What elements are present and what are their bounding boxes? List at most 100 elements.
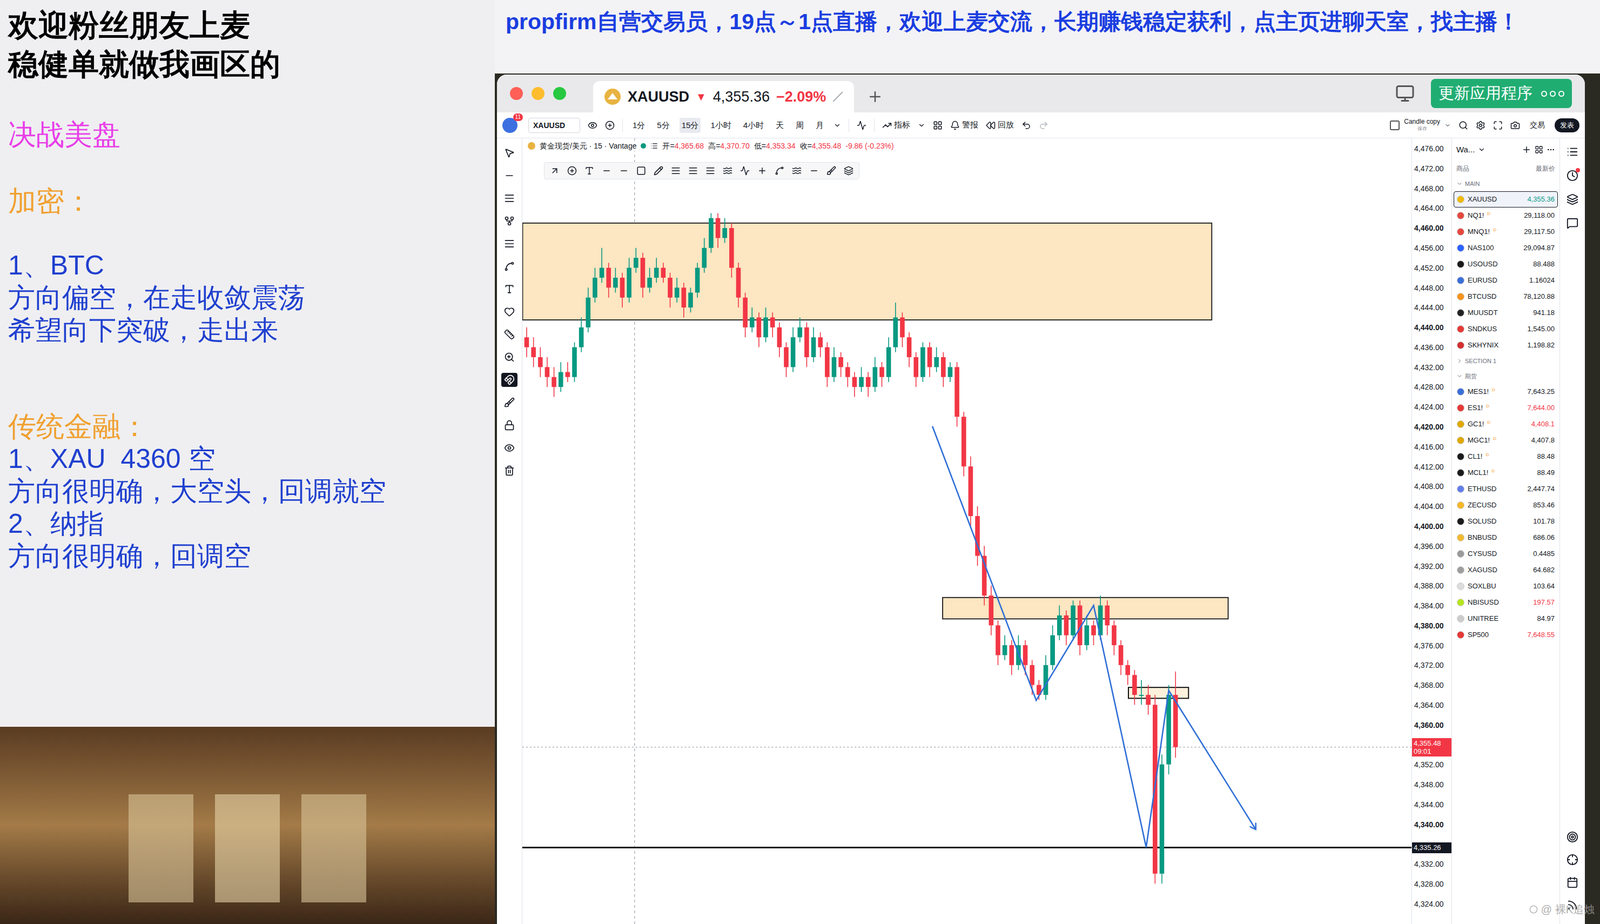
watchlist-icon[interactable]	[1566, 145, 1579, 158]
tool-button[interactable]	[501, 327, 518, 342]
price-chart[interactable]	[522, 138, 1412, 924]
undo-icon[interactable]	[1021, 120, 1032, 131]
calendar-icon[interactable]	[1566, 876, 1579, 889]
interval-button[interactable]: 天	[773, 117, 786, 133]
tool-button[interactable]	[501, 145, 518, 160]
watchlist-row[interactable]: XAUUSD4,355.36	[1453, 191, 1558, 208]
drawing-tool-icon[interactable]	[619, 165, 629, 176]
drawing-tool-icon[interactable]	[826, 165, 837, 176]
drawing-tool-icon[interactable]	[601, 165, 612, 176]
drawing-tool-icon[interactable]	[584, 165, 595, 176]
drawing-tool-icon[interactable]	[567, 165, 577, 176]
close-button[interactable]	[509, 86, 523, 100]
chart-tab[interactable]: XAUUSD▼4,355.36−2.09%	[593, 81, 855, 113]
watchlist-row[interactable]: NBISUSD197.57	[1453, 594, 1558, 611]
checkbox[interactable]	[1389, 120, 1400, 131]
watchlist-row[interactable]: MGC1!D4,407.8	[1453, 432, 1558, 449]
interval-menu-icon[interactable]	[833, 121, 842, 130]
drawing-tool-icon[interactable]	[791, 165, 802, 176]
watchlist-row[interactable]: MNQ1!D29,117.50	[1453, 223, 1558, 240]
update-app-button[interactable]: 更新应用程序	[1430, 78, 1572, 109]
tool-button[interactable]	[501, 440, 518, 455]
drawing-tool-icon[interactable]	[809, 165, 819, 176]
drawing-tool-icon[interactable]	[636, 165, 647, 176]
watchlist-row[interactable]: SOXLBU103.64	[1453, 577, 1558, 595]
interval-button[interactable]: 1小时	[708, 117, 734, 133]
edit-icon[interactable]	[832, 91, 844, 103]
more-icon[interactable]	[1546, 145, 1556, 154]
watchlist-row[interactable]: SP5007,648.55	[1453, 626, 1558, 643]
drawing-tool-icon[interactable]	[670, 165, 681, 176]
chart-type-icon[interactable]	[856, 120, 867, 131]
interval-button[interactable]: 15分	[679, 117, 702, 133]
tool-button[interactable]	[501, 191, 518, 206]
section-header[interactable]: SECTION 1	[1451, 353, 1560, 369]
alerts-button[interactable]: 警报	[950, 118, 979, 132]
avatar[interactable]: 11	[502, 117, 518, 133]
new-tab-icon[interactable]	[866, 88, 884, 105]
price-axis[interactable]: 4,476.004,472.004,468.004,464.004,460.00…	[1411, 138, 1452, 924]
floating-drawing-toolbar[interactable]	[543, 162, 860, 180]
watchlist-row[interactable]: ES1!D7,644.00	[1453, 399, 1558, 416]
drawing-tool-icon[interactable]	[774, 165, 785, 176]
watchlist-row[interactable]: SNDKUS1,545.00	[1453, 320, 1558, 338]
symbol-field[interactable]: XAUUSD	[528, 117, 581, 133]
minimize-button[interactable]	[531, 86, 545, 100]
interval-button[interactable]: 月	[813, 117, 826, 133]
watchlist-row[interactable]: BTCUSD78,120.88	[1453, 288, 1558, 305]
watchlist-row[interactable]: BNBUSD686.06	[1453, 529, 1558, 546]
tool-button[interactable]	[501, 168, 518, 183]
tool-button[interactable]	[501, 281, 518, 297]
legend-menu-icon[interactable]	[650, 142, 658, 150]
watchlist-row[interactable]: MCL1!D88.49	[1453, 464, 1558, 481]
watchlist-row[interactable]: NAS10029,094.87	[1453, 239, 1558, 257]
watchlist-row[interactable]: EURUSD1.16024	[1453, 272, 1558, 289]
section-header[interactable]: 期货	[1451, 368, 1560, 384]
indicators-button[interactable]: 指标	[882, 118, 911, 132]
drawing-tool-icon[interactable]	[722, 165, 733, 176]
candle-copy-toggle[interactable]: Candle copy保存	[1389, 118, 1451, 133]
drawing-tool-icon[interactable]	[843, 165, 854, 176]
fullscreen-icon[interactable]	[1493, 120, 1503, 131]
tool-button[interactable]	[501, 372, 518, 387]
zone-box[interactable]	[522, 223, 1212, 320]
watchlist-title[interactable]: Wa...	[1456, 143, 1475, 157]
compare-icon[interactable]	[587, 120, 598, 131]
tool-button[interactable]	[501, 395, 518, 410]
watchlist-row[interactable]: SOLUSD101.78	[1453, 513, 1558, 530]
interval-button[interactable]: 1分	[630, 117, 648, 133]
trend-path[interactable]	[932, 426, 1256, 847]
crosshair-icon[interactable]	[1566, 853, 1579, 866]
layout-icon[interactable]	[1395, 83, 1415, 104]
indicators-menu-icon[interactable]	[917, 121, 926, 130]
replay-button[interactable]: 回放	[985, 118, 1014, 132]
section-header[interactable]: MAIN	[1451, 176, 1560, 192]
watchlist-row[interactable]: GC1!D4,408.1	[1453, 415, 1558, 433]
tool-button[interactable]	[501, 236, 518, 251]
zone-box[interactable]	[942, 597, 1229, 620]
layouts-icon[interactable]	[932, 120, 943, 131]
watchlist-row[interactable]: MUUSDT941.18	[1453, 304, 1558, 321]
interval-button[interactable]: 4小时	[741, 117, 766, 133]
drawing-tool-icon[interactable]	[688, 165, 698, 176]
publish-button[interactable]: 发表	[1554, 118, 1580, 133]
add-symbol-icon[interactable]	[604, 120, 615, 131]
grid-icon[interactable]	[1534, 145, 1544, 154]
watchlist-row[interactable]: UNITREE84.97	[1453, 610, 1558, 627]
tool-button[interactable]	[501, 213, 518, 228]
watchlist-row[interactable]: MES1!D7,643.25	[1453, 383, 1558, 400]
watchlist-row[interactable]: NQ1!D29,118.00	[1453, 207, 1558, 224]
chat-icon[interactable]	[1566, 217, 1579, 230]
trade-button[interactable]: 交易	[1527, 119, 1548, 131]
search-icon[interactable]	[1458, 120, 1469, 131]
layers-icon[interactable]	[1566, 193, 1579, 206]
tool-button[interactable]	[501, 304, 518, 319]
watchlist-row[interactable]: CYSUSD0.4485	[1453, 545, 1558, 562]
watchlist-row[interactable]: SKHYNIX1,198.82	[1453, 337, 1558, 354]
level-line[interactable]	[522, 846, 1412, 849]
drawing-tool-icon[interactable]	[549, 165, 560, 176]
redo-icon[interactable]	[1038, 120, 1049, 131]
target-icon[interactable]	[1566, 830, 1579, 843]
zoom-button[interactable]	[553, 86, 567, 100]
plus-icon[interactable]	[1521, 144, 1532, 155]
